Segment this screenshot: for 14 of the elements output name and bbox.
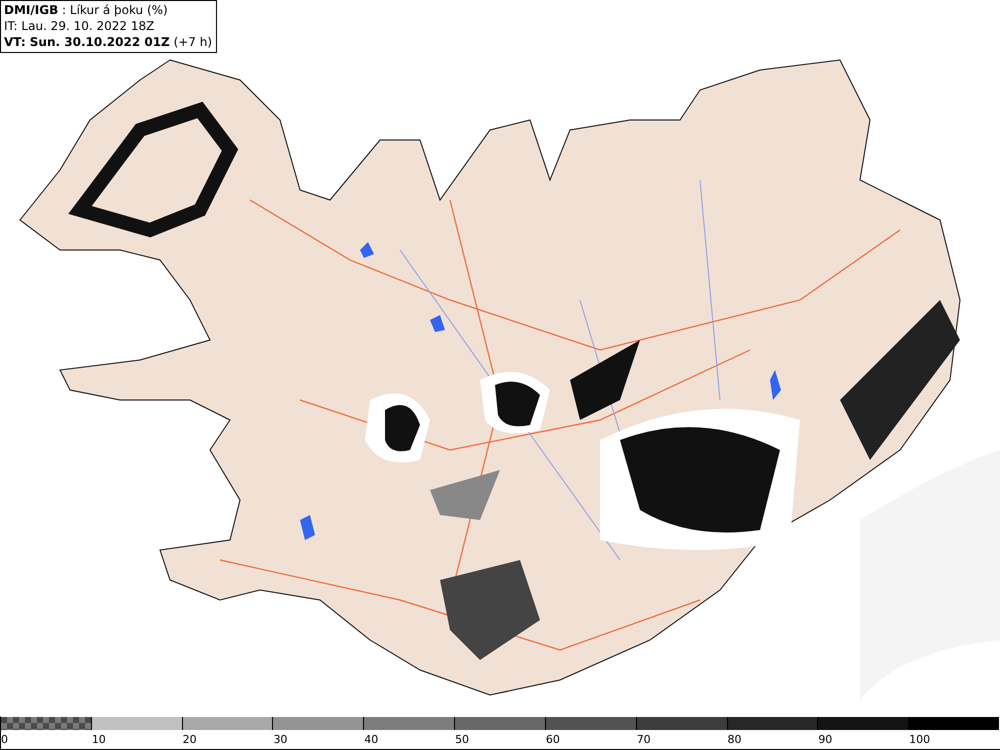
legend-label: 10: [92, 733, 106, 746]
legend-label: 20: [182, 733, 197, 746]
legend-label: 70: [636, 733, 651, 746]
legend-label: 100: [909, 733, 930, 746]
forecast-info-line: IT: Lau. 29. 10. 2022 18Z: [4, 18, 156, 34]
legend-label: 0: [1, 733, 8, 746]
legend-label: 50: [455, 733, 470, 746]
forecast-info-line: VT: Sun. 30.10.2022 01Z (+7 h): [4, 34, 212, 50]
legend-label: 30: [273, 733, 288, 746]
legend-label: 60: [546, 733, 560, 746]
legend-label: 90: [818, 733, 832, 746]
forecast-info-line: DMI/IGB : Líkur á þoku (%): [4, 2, 169, 18]
legend-label: 40: [364, 733, 378, 746]
legend-label: 80: [728, 733, 742, 746]
